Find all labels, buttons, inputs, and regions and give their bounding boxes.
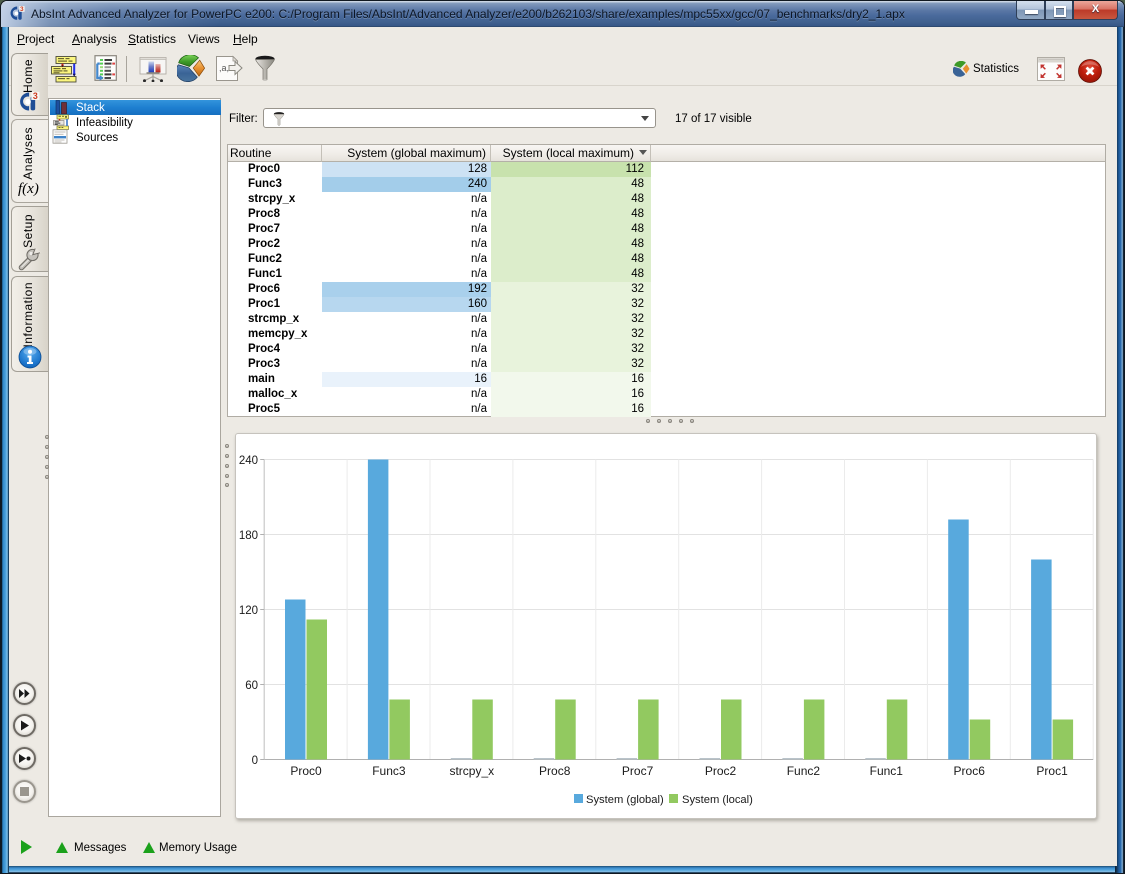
svg-text:,a,: ,a, [219, 63, 229, 73]
svg-text:Proc0: Proc0 [290, 764, 322, 778]
svg-text:Proc7: Proc7 [622, 764, 654, 778]
svg-text:Func3: Func3 [372, 764, 406, 778]
svg-text:Func2: Func2 [787, 764, 821, 778]
svg-text:System (global): System (global) [586, 794, 664, 806]
svg-text:180: 180 [239, 530, 258, 542]
svg-text:120: 120 [239, 605, 258, 617]
svg-text:Proc1: Proc1 [1036, 764, 1068, 778]
svg-text:Proc8: Proc8 [539, 764, 571, 778]
svg-text:0: 0 [252, 755, 258, 767]
svg-text:3: 3 [33, 91, 38, 101]
svg-text:strcpy_x: strcpy_x [449, 764, 494, 778]
svg-text:Proc6: Proc6 [954, 764, 986, 778]
svg-text:System (local): System (local) [682, 794, 753, 806]
svg-text:60: 60 [245, 680, 258, 692]
svg-text:240: 240 [239, 455, 258, 467]
svg-text:Proc2: Proc2 [705, 764, 737, 778]
svg-text:3: 3 [20, 6, 24, 13]
svg-text:Func1: Func1 [870, 764, 904, 778]
